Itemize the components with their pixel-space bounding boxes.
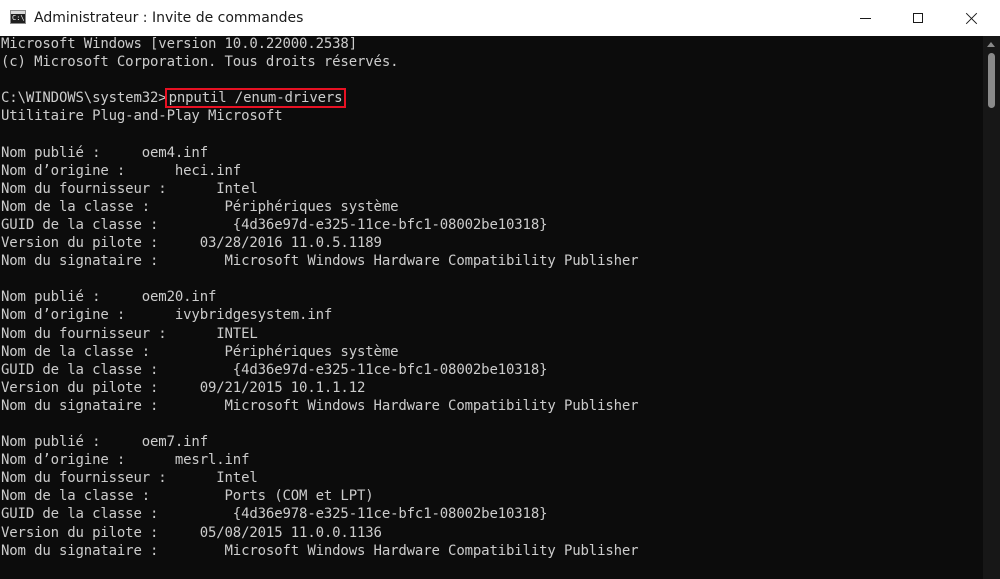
prompt-path: C:\WINDOWS\system32> [1,90,167,107]
cmd-app-icon[interactable]: C:\. [10,10,29,24]
console-line: Utilitaire Plug-and-Play Microsoft [1,108,283,125]
console-line: Nom du signataire : Microsoft Windows Ha… [1,542,639,559]
console-line: Nom du signataire : Microsoft Windows Ha… [1,253,639,270]
console-line: Version du pilote : 03/28/2016 11.0.5.11… [1,235,382,252]
console-output[interactable]: Microsoft Windows [version 10.0.22000.25… [1,35,981,579]
close-button[interactable] [948,0,994,36]
console-line: Version du pilote : 09/21/2015 10.1.1.12 [1,379,366,396]
prompt-line: C:\WINDOWS\system32> pnputil /enum-driver… [1,88,981,109]
console-line: GUID de la classe : {4d36e978-e325-11ce-… [1,506,548,523]
console-line: (c) Microsoft Corporation. Tous droits r… [1,54,399,71]
app-icon-glyph: C:\. [12,14,29,22]
console-line: Nom d’origine : ivybridgesystem.inf [1,307,333,324]
console-line: Nom de la classe : Périphériques système [1,343,399,360]
console-line: Nom publié : oem20.inf [1,289,217,306]
maximize-icon [913,13,923,23]
console-line: Microsoft Windows [version 10.0.22000.25… [1,36,357,52]
cmd-window: C:\. Administrateur : Invite de commande… [0,0,1000,579]
minimize-button[interactable] [842,0,888,36]
scroll-up-arrow-icon[interactable] [987,42,995,47]
title-bar[interactable]: C:\. Administrateur : Invite de commande… [0,0,1000,36]
console-line: Nom publié : oem4.inf [1,144,208,161]
console-line: Nom de la classe : Ports (COM et LPT) [1,488,374,505]
minimize-icon [859,17,871,19]
console-line: Nom d’origine : heci.inf [1,162,242,179]
vertical-scrollbar[interactable] [983,36,1000,579]
console-line: GUID de la classe : {4d36e97d-e325-11ce-… [1,216,548,233]
console-line: Nom du fournisseur : Intel [1,470,258,487]
console-line: GUID de la classe : {4d36e97d-e325-11ce-… [1,361,548,378]
console-line: Nom du fournisseur : INTEL [1,325,258,342]
console-line: Nom du signataire : Microsoft Windows Ha… [1,397,639,414]
window-title: Administrateur : Invite de commandes [34,10,304,26]
console-line: Nom publié : oem7.inf [1,434,208,451]
close-icon [965,12,978,25]
console-line: Version du pilote : 05/08/2015 11.0.0.11… [1,524,382,541]
maximize-button[interactable] [895,0,941,36]
console-line: Nom du fournisseur : Intel [1,180,258,197]
console-line: Nom d’origine : mesrl.inf [1,452,250,469]
entered-command: pnputil /enum-drivers [164,88,347,109]
console-line: Nom de la classe : Périphériques système [1,198,399,215]
scroll-thumb[interactable] [988,53,995,108]
